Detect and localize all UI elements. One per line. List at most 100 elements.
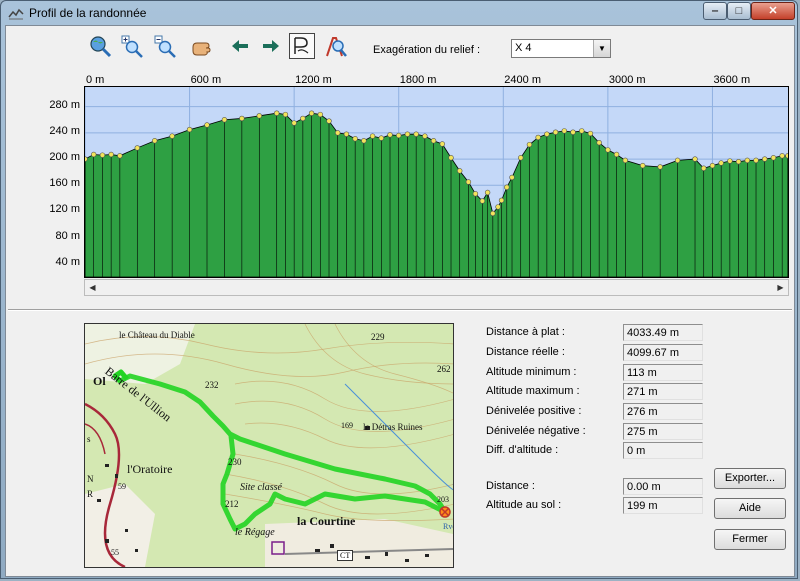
minimize-button[interactable]: ‒: [703, 2, 727, 20]
waypoint-marker: [204, 122, 210, 128]
waypoint-marker: [352, 136, 358, 142]
zoom-in-tool[interactable]: [120, 34, 144, 58]
waypoint-marker: [326, 118, 332, 124]
map-label-ct: CT: [337, 550, 354, 561]
waypoint-marker: [504, 184, 510, 190]
forward-tool[interactable]: [259, 34, 283, 58]
compass-zoom-tool[interactable]: [324, 34, 348, 58]
waypoint-marker: [369, 133, 376, 139]
profile-path-icon: [294, 37, 309, 54]
map-label-s: s: [87, 434, 91, 444]
map-label-oratoire: l'Oratoire: [127, 462, 173, 476]
waypoint-marker: [535, 134, 541, 141]
stat-label: Dénivelée positive :: [486, 405, 582, 417]
waypoint-marker: [91, 151, 97, 158]
waypoint-marker: [770, 155, 777, 161]
zoom-extent-tool[interactable]: [88, 34, 112, 58]
map-label-232: 232: [205, 380, 219, 390]
exaggeration-label: Exagération du relief :: [373, 44, 481, 56]
y-tick-label: 160 m: [49, 177, 80, 190]
waypoint-marker: [622, 157, 629, 164]
waypoint-marker: [526, 141, 533, 148]
map-label-site: Site classé: [240, 482, 282, 493]
waypoint-marker: [605, 147, 611, 153]
map-label-n: N: [87, 474, 94, 484]
waypoint-marker: [479, 198, 486, 204]
y-tick-label: 40 m: [55, 255, 80, 268]
waypoint-marker: [544, 131, 550, 137]
close-window-button[interactable]: ✕: [751, 2, 795, 20]
waypoint-marker: [378, 135, 384, 141]
waypoint-marker: [387, 132, 393, 138]
y-tick-label: 200 m: [49, 151, 80, 164]
waypoint-marker: [718, 160, 724, 166]
arrow-right-icon: [263, 40, 279, 52]
waypoint-marker: [99, 152, 106, 158]
map-label-169: 169: [341, 421, 353, 430]
waypoint-marker: [701, 165, 707, 171]
waypoint-marker: [762, 156, 768, 162]
map-label-rvoir: Rvoir: [443, 522, 453, 531]
y-tick-label: 80 m: [55, 229, 80, 242]
elevation-profile-chart[interactable]: [84, 86, 789, 278]
waypoint-marker: [744, 157, 751, 164]
exaggeration-select[interactable]: X 4 ▼: [511, 39, 611, 58]
map-label-55: 55: [111, 548, 119, 557]
waypoint-marker: [785, 153, 788, 159]
waypoint-marker: [561, 128, 567, 134]
waypoint-marker: [413, 131, 419, 137]
help-button[interactable]: Aide: [714, 498, 786, 519]
map-label-detras: le Détras Ruines: [363, 422, 423, 432]
stat-label: Dénivelée négative :: [486, 425, 586, 437]
scroll-right-icon[interactable]: ▶: [773, 280, 788, 295]
back-tool[interactable]: [228, 34, 252, 58]
map-label-230: 230: [228, 457, 242, 467]
title-bar[interactable]: Profil de la randonnée ‒ □ ✕: [1, 1, 797, 25]
exaggeration-value: X 4: [515, 42, 532, 54]
pan-tool[interactable]: [190, 34, 214, 58]
maximize-button[interactable]: □: [727, 2, 751, 20]
stat-label: Distance réelle :: [486, 346, 565, 358]
cursor-stat-label: Altitude au sol :: [486, 499, 562, 511]
waypoint-marker: [308, 110, 315, 116]
waypoint-marker: [579, 128, 585, 134]
window-title: Profil de la randonnée: [29, 6, 147, 20]
stat-value: 0 m: [623, 442, 703, 459]
waypoint-marker: [448, 155, 454, 161]
export-button[interactable]: Exporter...: [714, 468, 786, 489]
waypoint-marker: [498, 197, 505, 204]
waypoint-marker: [343, 131, 350, 137]
waypoint-marker: [692, 156, 698, 162]
map-label-regage: le Régage: [235, 527, 275, 538]
waypoint-marker: [709, 162, 716, 169]
waypoint-marker: [495, 204, 501, 210]
waypoint-marker: [256, 113, 262, 119]
stat-value: 275 m: [623, 423, 703, 440]
profile-svg: [85, 87, 788, 277]
profile-window: Profil de la randonnée ‒ □ ✕ Exagération…: [0, 0, 798, 579]
stat-value: 113 m: [623, 364, 703, 381]
stat-value: 276 m: [623, 403, 703, 420]
stat-value: 4099.67 m: [623, 344, 703, 361]
scroll-left-icon[interactable]: ◀: [85, 280, 100, 295]
map-label-262: 262: [437, 364, 451, 374]
arrow-left-icon: [232, 40, 248, 52]
route-map[interactable]: le Château du Diable Barre de l'Ullion O…: [84, 323, 454, 568]
waypoint-marker: [361, 138, 367, 144]
cursor-stat-value: 199 m: [623, 497, 703, 514]
dialog-client-area: Exagération du relief : X 4 ▼ 0 m 600 m 12…: [5, 25, 795, 577]
waypoint-marker: [490, 210, 496, 217]
globe-magnifier-icon: [90, 36, 112, 58]
waypoint-marker: [317, 111, 323, 118]
profile-horizontal-scrollbar[interactable]: ◀ ▶: [84, 279, 789, 296]
hand-icon: [192, 42, 211, 56]
waypoint-marker: [422, 133, 428, 139]
map-label-229: 229: [371, 332, 385, 342]
x-tick-label: 2400 m: [504, 74, 541, 86]
chevron-down-icon[interactable]: ▼: [593, 40, 610, 57]
close-button[interactable]: Fermer: [714, 529, 786, 550]
profile-tool[interactable]: [289, 33, 315, 59]
waypoint-marker: [570, 129, 576, 135]
zoom-out-tool[interactable]: [153, 34, 177, 58]
y-tick-label: 120 m: [49, 203, 80, 216]
